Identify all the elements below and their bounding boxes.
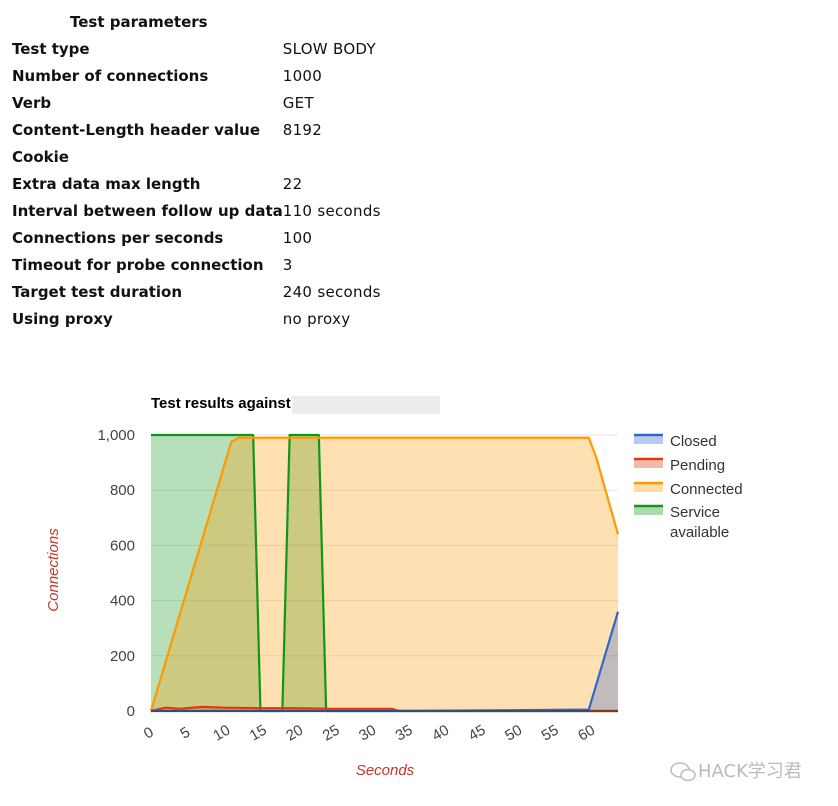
param-value: 100: [282, 228, 313, 247]
legend-swatch: [634, 435, 663, 444]
param-row: Using proxy no proxy: [12, 305, 381, 332]
param-key: Timeout for probe connection: [12, 255, 264, 274]
param-row: Timeout for probe connection 3: [12, 251, 381, 278]
param-row: Content-Length header value 8192: [12, 116, 381, 143]
param-key: Target test duration: [12, 282, 183, 301]
legend-label: available: [670, 524, 729, 541]
param-key: Using proxy: [12, 309, 113, 328]
x-tick-label: 0: [141, 724, 157, 743]
x-tick-label: 30: [356, 722, 379, 745]
y-tick-label: 0: [127, 703, 135, 720]
y-tick-label: 800: [110, 482, 135, 499]
legend-label: Service: [670, 504, 720, 521]
y-tick-label: 200: [110, 648, 135, 665]
param-value: 240 seconds: [282, 282, 381, 301]
x-tick-label: 25: [320, 722, 343, 745]
param-key: Extra data max length: [12, 174, 201, 193]
redacted-target: [292, 396, 440, 414]
chart-legend: Closed Pending Connected Service available: [634, 433, 743, 541]
param-value: [283, 143, 381, 170]
x-tick-label: 15: [247, 722, 270, 745]
param-value: 110 seconds: [282, 201, 381, 220]
param-row: Extra data max length 22: [12, 170, 381, 197]
param-value: GET: [282, 93, 314, 112]
x-tick-label: 20: [283, 722, 306, 745]
param-key: Test type: [12, 39, 90, 58]
legend-swatch: [634, 459, 663, 468]
param-key: Verb: [12, 93, 52, 112]
legend-label: Pending: [670, 457, 725, 474]
x-tick-label: 55: [539, 722, 562, 745]
param-key: Cookie: [12, 147, 69, 166]
test-parameters-table: Test parameters Test type SLOW BODY Number…: [12, 8, 381, 332]
x-tick-label: 45: [466, 722, 489, 745]
param-key: Interval between follow up data: [12, 201, 283, 220]
x-tick-label: 10: [210, 722, 233, 745]
y-tick-label: 600: [110, 537, 135, 554]
wechat-icon: [670, 762, 696, 782]
param-value: 8192: [282, 120, 323, 139]
legend-swatch: [634, 506, 663, 515]
chart-title: Test results against: [151, 395, 291, 412]
param-value: 22: [282, 174, 303, 193]
y-axis-title: Connections: [45, 528, 62, 612]
watermark-text: HACK学习君: [698, 761, 802, 782]
param-row: Connections per seconds 100: [12, 224, 381, 251]
params-title: Test parameters: [70, 12, 208, 31]
param-value: 3: [282, 255, 293, 274]
legend-label: Closed: [670, 433, 717, 450]
x-tick-label: 35: [393, 722, 416, 745]
param-row: Target test duration 240 seconds: [12, 278, 381, 305]
param-row: Test type SLOW BODY: [12, 35, 381, 62]
y-axis-ticks: 0 200 400 600 800 1,000: [97, 427, 135, 720]
watermark: HACK学习君: [670, 761, 802, 782]
y-tick-label: 400: [110, 593, 135, 610]
param-value: 1000: [282, 66, 323, 85]
param-row: Number of connections 1000: [12, 62, 381, 89]
param-value: SLOW BODY: [282, 39, 376, 58]
params-title-row: Test parameters: [12, 8, 381, 35]
x-tick-label: 50: [502, 722, 525, 745]
param-key: Connections per seconds: [12, 228, 224, 247]
results-chart: 0 200 400 600 800 1,000 0 5 10 15 20 25 30 35 40 45 50 5…: [45, 395, 802, 782]
x-axis-ticks: 0 5 10 15 20 25 30 35 40 45 50 55 60: [141, 722, 598, 745]
legend-label: Connected: [670, 481, 743, 498]
legend-swatch: [634, 483, 663, 492]
x-axis-title: Seconds: [356, 762, 415, 779]
param-key: Content-Length header value: [12, 120, 261, 139]
x-tick-label: 5: [177, 724, 193, 743]
y-tick-label: 1,000: [97, 427, 135, 444]
param-row: Cookie: [12, 143, 381, 170]
param-row: Interval between follow up data 110 secon…: [12, 197, 381, 224]
x-tick-label: 40: [429, 722, 452, 745]
param-value: no proxy: [282, 309, 351, 328]
param-key: Number of connections: [12, 66, 209, 85]
x-tick-label: 60: [575, 722, 598, 745]
param-row: Verb GET: [12, 89, 381, 116]
